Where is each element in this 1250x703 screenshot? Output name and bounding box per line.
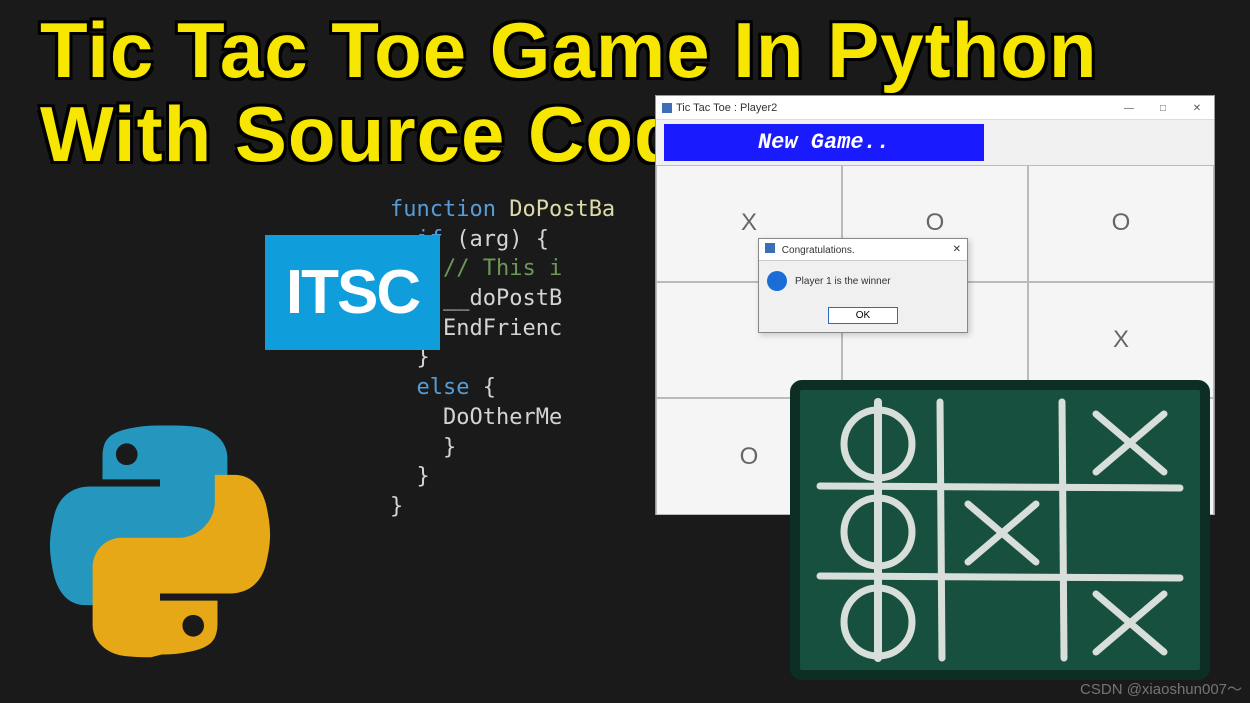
- dialog-message: Player 1 is the winner: [795, 276, 891, 287]
- win-dialog: Congratulations. ✕ Player 1 is the winne…: [758, 238, 968, 333]
- game-cell[interactable]: O: [1028, 165, 1214, 282]
- dialog-title-text: Congratulations.: [782, 245, 855, 256]
- dialog-titlebar: Congratulations. ✕: [759, 239, 967, 261]
- game-window-titlebar: Tic Tac Toe : Player2 — □ ✕: [656, 96, 1214, 120]
- new-game-button[interactable]: New Game..: [664, 124, 984, 161]
- itsc-logo-text: ITSC: [286, 257, 419, 328]
- info-icon: [767, 271, 787, 291]
- dialog-app-icon: [765, 243, 775, 253]
- dialog-close-icon[interactable]: ✕: [953, 244, 961, 255]
- chalkboard-illustration: [790, 380, 1210, 680]
- headline-line-1: Tic Tac Toe Game In Python: [40, 8, 1250, 92]
- itsc-logo: ITSC: [265, 235, 440, 350]
- app-icon: [662, 103, 672, 113]
- maximize-button[interactable]: □: [1146, 96, 1180, 120]
- minimize-button[interactable]: —: [1112, 96, 1146, 120]
- ok-button[interactable]: OK: [828, 307, 898, 324]
- game-window-title: Tic Tac Toe : Player2: [676, 102, 777, 114]
- close-button[interactable]: ✕: [1180, 96, 1214, 120]
- new-game-label: New Game..: [758, 130, 890, 155]
- watermark-text: CSDN @xiaoshun007～: [1080, 678, 1242, 699]
- python-logo-icon: [45, 410, 275, 670]
